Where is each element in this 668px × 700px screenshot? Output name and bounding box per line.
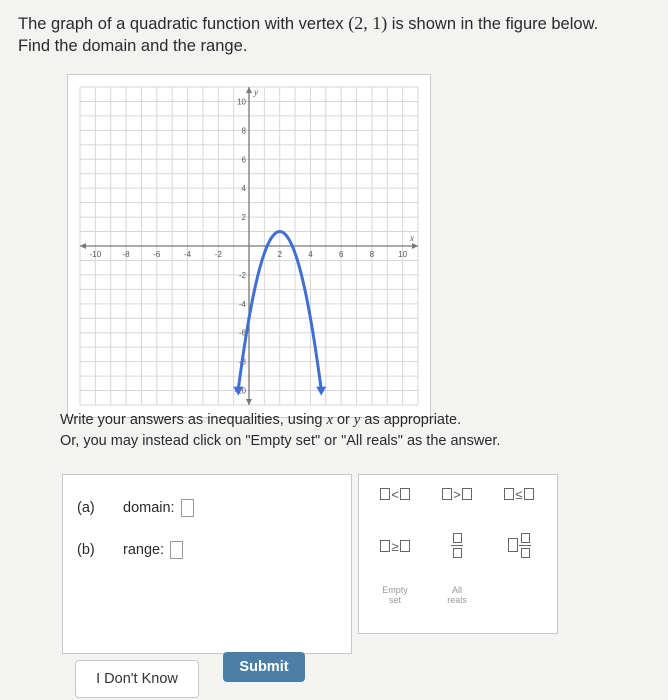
placeholder-box-icon: [380, 488, 391, 500]
y-tick-label: 8: [242, 126, 247, 135]
y-tick-label: 4: [242, 184, 247, 193]
instructions-line1-post: as appropriate.: [364, 412, 462, 428]
instructions: Write your answers as inequalities, usin…: [60, 410, 620, 452]
mixed-number-icon: [508, 538, 518, 552]
y-axis-arrow-down: [246, 399, 252, 405]
domain-row: (a) domain:: [77, 499, 194, 517]
dont-know-button[interactable]: I Don't Know: [75, 660, 199, 698]
vertex-value: (2, 1): [348, 13, 388, 33]
instructions-line1-pre: Write your answers as inequalities, usin…: [60, 412, 323, 428]
x-tick-label: -2: [215, 250, 223, 259]
y-tick-label: -2: [239, 271, 247, 280]
part-a-label: (a): [77, 500, 95, 516]
all-reals-button[interactable]: All reals: [429, 579, 485, 611]
empty-set-button[interactable]: Empty set: [367, 579, 423, 611]
x-tick-label: -10: [90, 250, 102, 259]
y-tick-label: -4: [239, 300, 247, 309]
x-tick-label: 2: [278, 250, 283, 259]
parabola-arrow-right: [316, 386, 327, 396]
placeholder-box-icon: [461, 488, 472, 500]
fraction-icon: [451, 532, 463, 558]
greater-equal-button[interactable]: ≥: [367, 531, 423, 561]
y-tick-label: 2: [242, 213, 247, 222]
var-y: y: [353, 412, 361, 428]
empty-set-line2: set: [388, 595, 401, 605]
all-reals-line1: All: [451, 585, 462, 595]
greater-than-button[interactable]: >: [429, 481, 485, 507]
part-b-label: (b): [77, 542, 95, 558]
placeholder-box-icon: [399, 488, 410, 500]
x-tick-label: -4: [184, 250, 192, 259]
y-tick-label: 10: [237, 97, 246, 106]
submit-button[interactable]: Submit: [223, 652, 305, 682]
answer-panel: (a) domain: (b) range:: [62, 474, 352, 654]
y-axis-label: y: [253, 87, 258, 97]
y-tick-label: 6: [242, 155, 247, 164]
less-equal-button[interactable]: ≤: [491, 481, 547, 507]
greater-equal-symbol: ≥: [391, 538, 399, 554]
placeholder-box-icon: [380, 540, 391, 552]
all-reals-line2: reals: [447, 595, 467, 605]
parabola-graph: -10-8-6-4-2246810108642-2-4-6-8-10xy: [79, 86, 419, 406]
placeholder-box-icon: [504, 488, 515, 500]
x-tick-label: 10: [398, 250, 407, 259]
fraction-button[interactable]: [429, 527, 485, 563]
placeholder-box-icon: [442, 488, 453, 500]
question-part1: The graph of a quadratic function with v…: [18, 15, 344, 33]
x-tick-label: 6: [339, 250, 344, 259]
fraction-icon: [519, 532, 531, 558]
x-axis-label: x: [409, 233, 414, 243]
var-x: x: [326, 412, 333, 428]
math-palette: < > ≤ ≥ Empty set All reals: [358, 474, 558, 634]
less-than-button[interactable]: <: [367, 481, 423, 507]
x-tick-label: 4: [308, 250, 313, 259]
question-line2: Find the domain and the range.: [18, 37, 248, 55]
empty-set-line1: Empty: [382, 585, 408, 595]
range-input[interactable]: [170, 541, 184, 559]
less-equal-symbol: ≤: [515, 486, 523, 502]
graph-panel: -10-8-6-4-2246810108642-2-4-6-8-10xy: [67, 74, 431, 418]
question-text: The graph of a quadratic function with v…: [18, 12, 658, 57]
range-label: range:: [123, 542, 165, 558]
question-part2: is shown in the figure below.: [391, 15, 599, 33]
domain-input[interactable]: [180, 499, 194, 517]
less-than-symbol: <: [391, 486, 399, 502]
mixed-number-button[interactable]: [491, 527, 547, 563]
x-tick-label: 8: [370, 250, 375, 259]
x-tick-label: -8: [123, 250, 131, 259]
x-tick-label: -6: [153, 250, 161, 259]
greater-than-symbol: >: [453, 486, 461, 502]
placeholder-box-icon: [399, 540, 410, 552]
x-axis-arrow-right: [412, 243, 418, 249]
y-axis-arrow-up: [246, 87, 252, 93]
instructions-or: or: [336, 412, 350, 428]
instructions-line2: Or, you may instead click on "Empty set"…: [60, 433, 501, 449]
placeholder-box-icon: [523, 488, 534, 500]
range-row: (b) range:: [77, 541, 184, 559]
domain-label: domain:: [123, 500, 175, 516]
x-axis-arrow-left: [80, 243, 86, 249]
